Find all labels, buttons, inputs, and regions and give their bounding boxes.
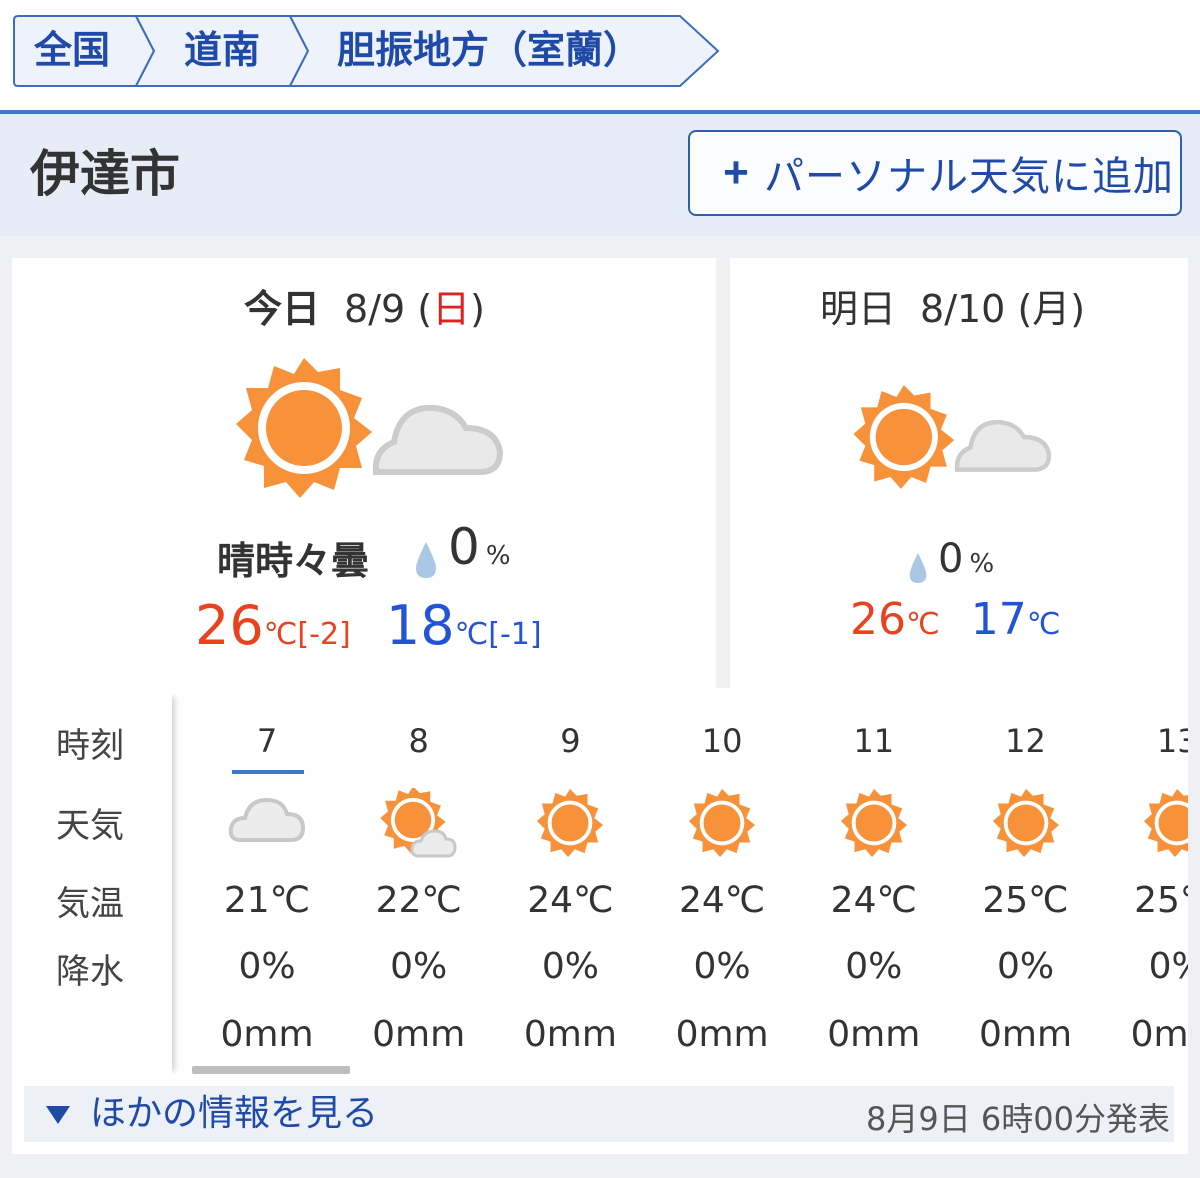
tomorrow-temps: 26℃ 17℃ [850,594,1061,645]
sun-cloud-icon [236,358,504,498]
hour-rainfall: 0mm [1130,1014,1188,1055]
today-precip: 0% [414,518,511,580]
today-date: 8/9 [344,287,406,331]
issued-time: 8月9日 6時00分発表 [866,1100,1170,1138]
hour-precip-chance: 0% [541,946,599,987]
hour-rainfall: 0mm [978,1014,1073,1055]
tomorrow-high-unit: ℃ [906,607,940,642]
tomorrow-date: 8/10 [920,287,1006,331]
add-button-label: パーソナル天気に追加 [764,155,1174,199]
row-label-weather: 天気 [56,806,124,846]
hour-rainfall: 0mm [220,1014,314,1055]
tomorrow-title: 明日 8/10 (月) [820,287,1086,331]
tomorrow-low: 17 [970,594,1027,645]
today-title: 今日 8/9 (日) [244,287,485,331]
tomorrow-weekday: 月 [1032,287,1071,331]
hour-column: 11 24℃ 0% 0mm [799,694,949,1074]
today-high-unit: ℃ [263,617,298,652]
sun-small-cloud-icon [344,786,494,858]
today-temps: 26℃[-2] 18℃[-1] [195,594,542,657]
hour-temp: 24℃ [527,880,614,921]
hour-rainfall: 0mm [827,1014,921,1055]
breadcrumb-item-iburi[interactable]: 胆振地方（室蘭） [337,28,641,72]
current-hour-marker [232,770,304,774]
forecast-card: 今日 8/9 (日) 晴時々曇 0% 26℃[-2] 18℃[-1] 明日 8/10… [12,258,1188,1154]
tomorrow-low-unit: ℃ [1026,607,1061,642]
sun-icon [1102,788,1188,858]
hourly-forecast[interactable]: 7 21℃ 0% 0mm 8 22℃ 0% 0mm 9 24℃ 0% 0mm 10 24℃ 0% 0mm 11 2… [12,694,1188,1074]
tomorrow-precip-value: 0 [938,536,964,582]
sun-icon [951,788,1101,858]
hour-column: 8 22℃ 0% 0mm [344,694,494,1074]
today-precip-value: 0 [448,518,480,576]
city-header: 伊達市 + パーソナル天気に追加 [0,114,1200,236]
hour-temp: 25℃ [1134,880,1188,921]
cloud-icon [192,788,342,858]
row-label-temp: 気温 [56,884,124,924]
hour-column: 12 25℃ 0% 0mm [951,694,1101,1074]
breadcrumb-item-dounan[interactable]: 道南 [184,28,260,72]
hour-precip-chance: 0% [693,946,751,987]
today-high: 26 [195,594,264,657]
add-personal-weather-button[interactable]: + パーソナル天気に追加 [688,130,1182,216]
hour-rainfall: 0mm [372,1014,466,1055]
hour-time: 12 [1005,722,1046,760]
hour-temp: 22℃ [375,880,462,921]
today-low: 18 [385,594,455,657]
hour-column: 10 24℃ 0% 0mm [647,694,797,1074]
hour-temp: 25℃ [982,880,1069,921]
tomorrow-precip-unit: % [969,549,995,579]
tomorrow-label: 明日 [820,287,897,331]
hour-time: 11 [853,722,895,760]
today-weekday: 日 [432,287,471,331]
today-label: 今日 [244,287,321,331]
today-condition: 晴時々曇 [217,539,370,583]
triangle-down-icon [46,1106,70,1124]
hour-temp: 21℃ [223,880,311,921]
row-label-precip: 降水 [56,952,124,992]
hour-precip-chance: 0% [390,946,448,987]
hour-column: 13 25℃ 0% 0mm [1102,694,1188,1074]
more-info-link[interactable]: ほかの情報を見る [46,1092,378,1136]
hour-column: 9 24℃ 0% 0mm [495,694,645,1074]
page-title: 伊達市 [30,145,180,203]
sun-icon [495,788,645,858]
sun-icon [647,788,797,858]
hour-temp: 24℃ [830,880,917,921]
day-divider [716,258,730,688]
tomorrow-precip: 0% [908,536,994,585]
more-info-label: ほかの情報を見る [90,1093,379,1134]
breadcrumb-item-zenkoku[interactable]: 全国 [34,28,110,72]
sun-cloud-icon [853,385,1052,489]
today-low-unit: ℃ [454,617,489,652]
hour-temp: 24℃ [678,880,766,921]
hour-precip-chance: 0% [996,946,1055,987]
hourly-row-labels: 時刻 天気 気温 降水 [12,694,172,1074]
hour-precip-chance: 0% [845,946,903,987]
hour-time: 9 [560,722,581,760]
hour-precip-chance: 0% [238,946,296,987]
today-high-diff: [-2] [297,617,351,652]
hourly-scrollbar[interactable] [192,1066,350,1074]
plus-icon: + [723,148,749,197]
tomorrow-high: 26 [850,594,906,645]
footer-bar: ほかの情報を見る 8月9日 6時00分発表 [24,1086,1174,1142]
row-label-time: 時刻 [56,726,124,766]
raindrop-icon [416,541,436,578]
raindrop-icon [909,552,927,583]
today-precip-unit: % [485,541,511,571]
hour-time: 7 [256,722,278,760]
today-low-diff: [-1] [488,617,542,652]
hour-precip-chance: 0% [1148,946,1188,987]
hour-rainfall: 0mm [675,1014,769,1055]
hour-time: 8 [408,722,429,760]
hour-time: 13 [1156,722,1188,760]
breadcrumb: 全国 道南 胆振地方（室蘭） [12,14,722,88]
hour-time: 10 [701,722,743,760]
hour-rainfall: 0mm [523,1014,617,1055]
hour-column: 7 21℃ 0% 0mm [192,694,342,1074]
sun-icon [799,788,949,858]
